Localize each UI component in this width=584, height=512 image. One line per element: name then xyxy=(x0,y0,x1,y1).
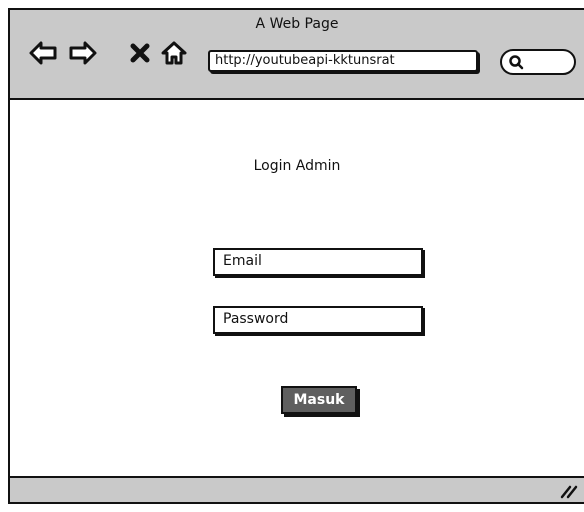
email-field[interactable]: Email xyxy=(213,248,423,276)
password-field[interactable]: Password xyxy=(213,306,423,334)
url-input[interactable]: http://youtubeapi-kktunsrat xyxy=(208,50,478,72)
arrow-right-icon xyxy=(68,40,98,66)
page-content: Login Admin Email Password Masuk xyxy=(10,100,584,480)
browser-toolbar: A Web Page http://youtubeapi-kktunsrat xyxy=(10,10,584,100)
home-icon xyxy=(160,40,188,66)
browser-window: A Web Page http://youtubeapi-kktunsrat L… xyxy=(8,8,584,504)
search-input[interactable] xyxy=(500,49,576,75)
close-icon xyxy=(130,40,150,66)
back-button[interactable] xyxy=(28,40,58,66)
resize-grip-icon xyxy=(558,481,578,499)
arrow-left-icon xyxy=(28,40,58,66)
page-title: Login Admin xyxy=(253,158,341,174)
resize-grip[interactable] xyxy=(558,481,578,499)
status-bar xyxy=(10,476,584,502)
login-button[interactable]: Masuk xyxy=(281,386,357,414)
forward-button[interactable] xyxy=(68,40,98,66)
stop-button[interactable] xyxy=(130,40,150,66)
window-title: A Web Page xyxy=(255,16,339,32)
home-button[interactable] xyxy=(160,40,188,66)
